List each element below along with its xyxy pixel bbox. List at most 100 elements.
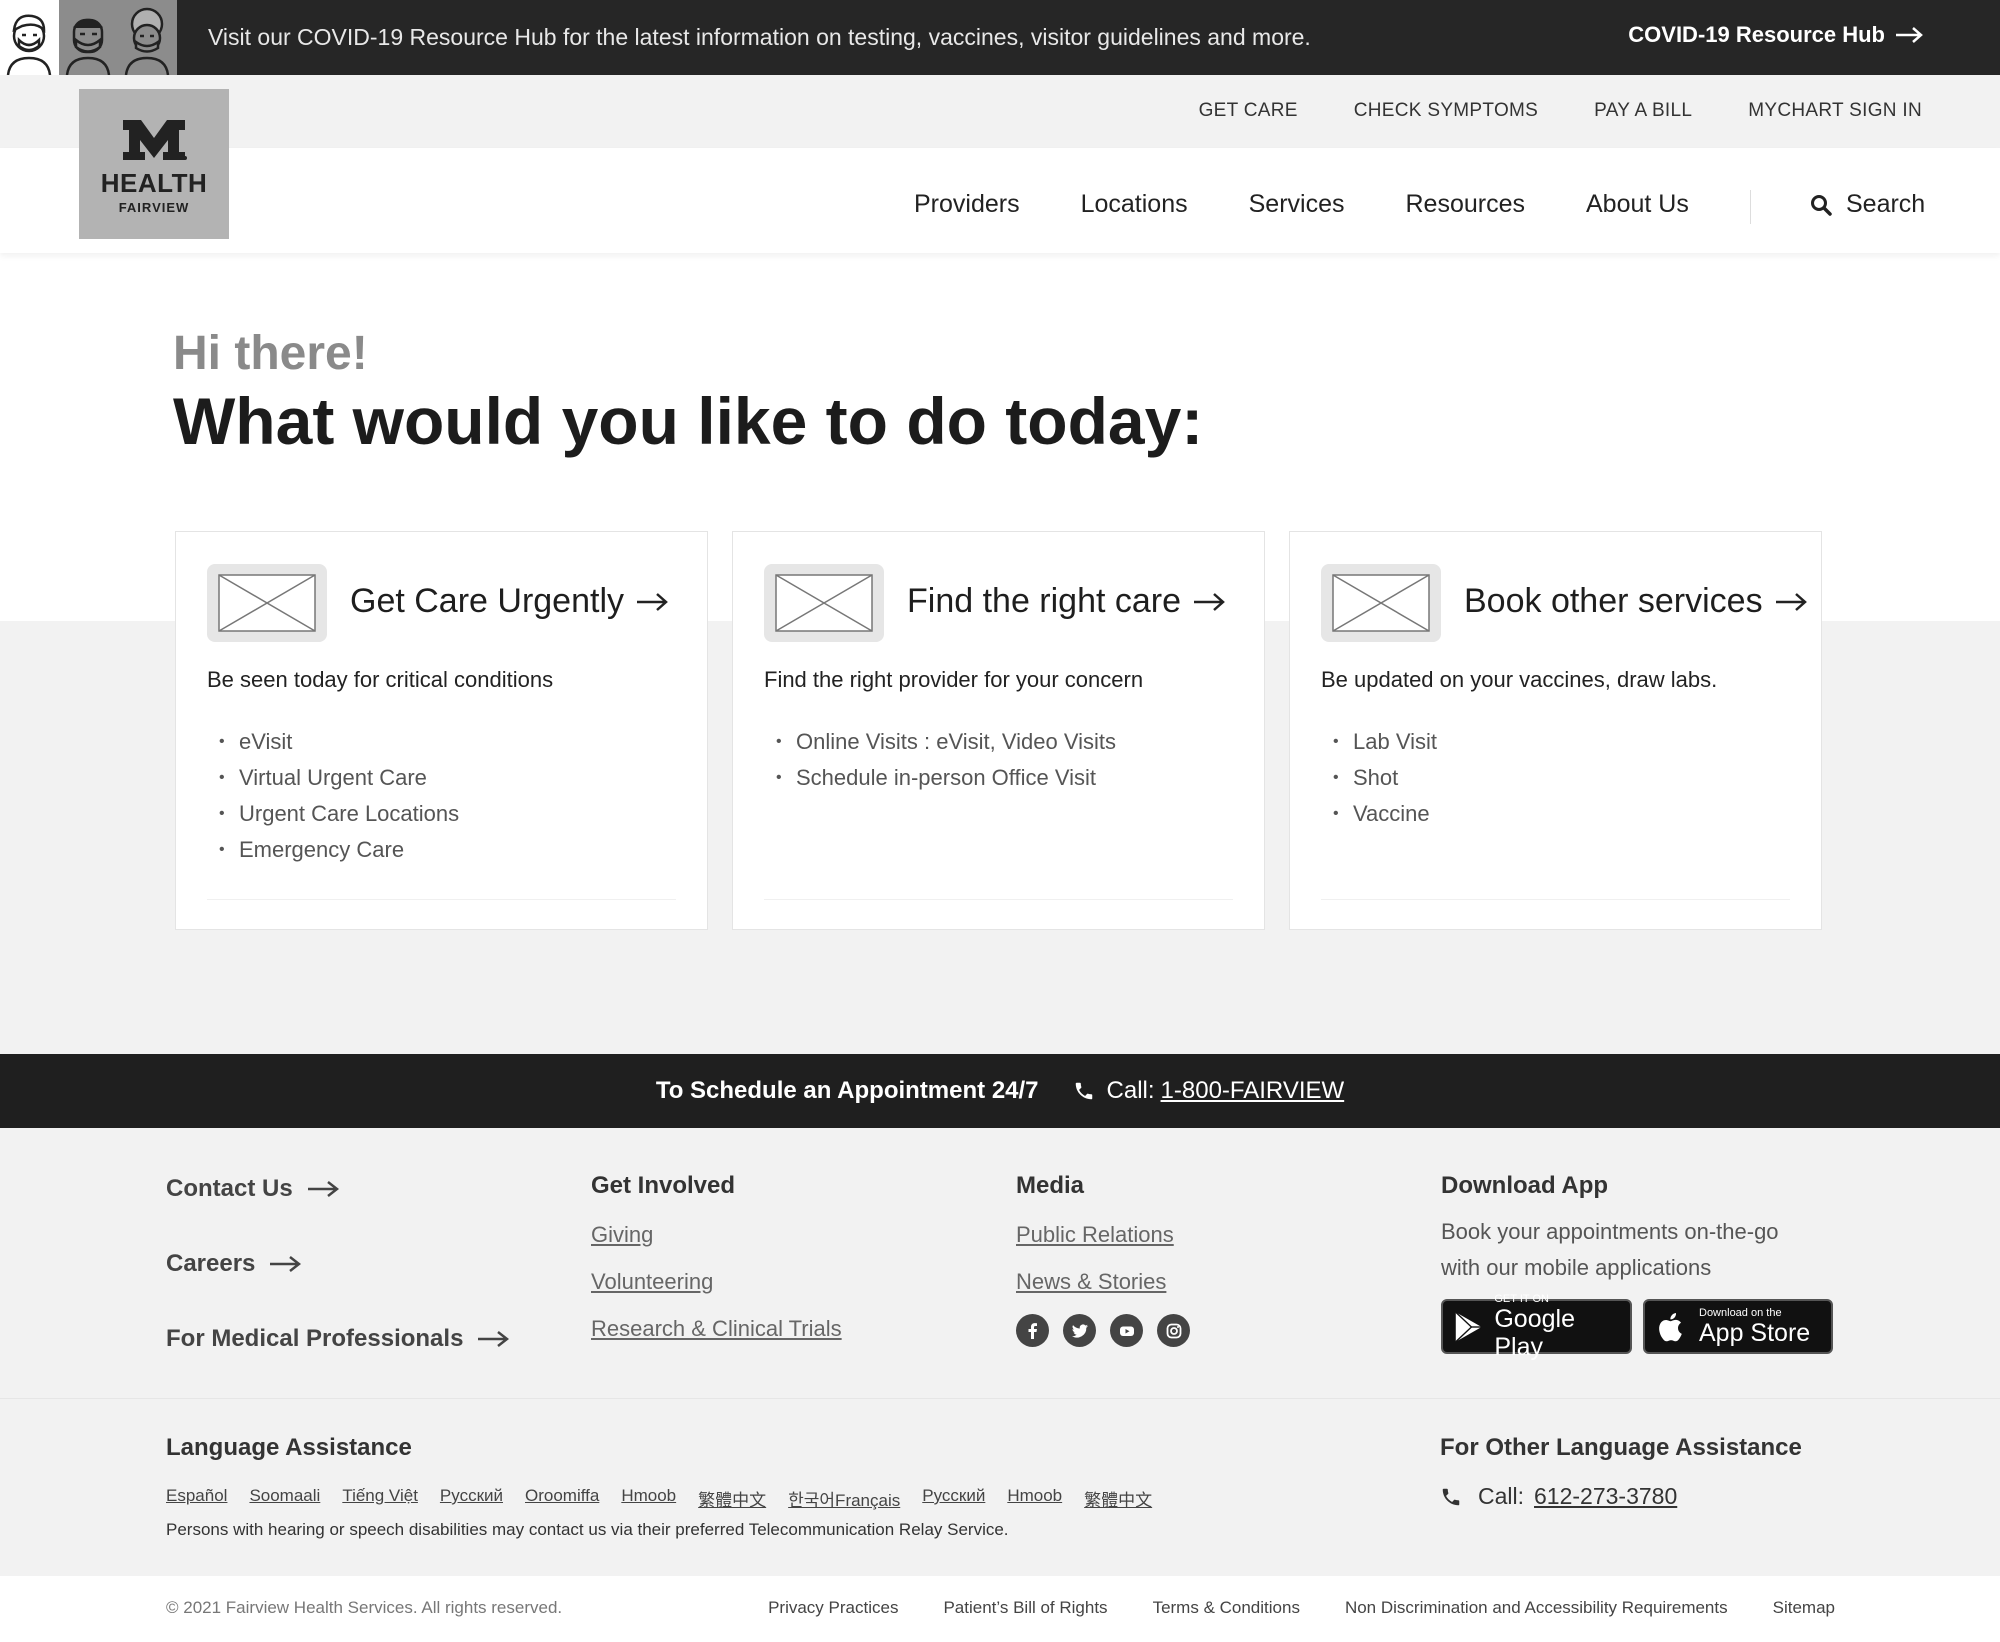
card-option-evisit[interactable]: eVisit bbox=[207, 728, 459, 764]
card-description: Be updated on your vaccines, draw labs. bbox=[1321, 667, 1718, 692]
language-link[interactable]: Русский bbox=[440, 1486, 503, 1511]
twitter-icon[interactable] bbox=[1063, 1314, 1096, 1347]
card-option-online-visits[interactable]: Online Visits : eVisit, Video Visits bbox=[764, 728, 1116, 764]
card-book-other-services[interactable]: Book other services Be updated on your v… bbox=[1289, 531, 1822, 930]
google-play-big-text: Google Play bbox=[1494, 1304, 1575, 1361]
card-option-urgent-care-locations[interactable]: Urgent Care Locations bbox=[207, 800, 459, 836]
legal-link-sitemap[interactable]: Sitemap bbox=[1773, 1598, 1835, 1618]
footer-careers-link[interactable]: Careers bbox=[166, 1247, 509, 1281]
card-option-emergency-care[interactable]: Emergency Care bbox=[207, 836, 459, 872]
card-title-text: Find the right care bbox=[907, 582, 1182, 620]
utility-nav: GET CARE CHECK SYMPTOMS PAY A BILL MYCHA… bbox=[1199, 100, 1922, 122]
footer-media-heading: Media bbox=[1016, 1172, 1085, 1199]
footer-link-news-stories[interactable]: News & Stories bbox=[1016, 1267, 1190, 1297]
language-link[interactable]: Hmoob bbox=[1007, 1486, 1062, 1511]
language-link[interactable]: 繁體中文 bbox=[1084, 1486, 1152, 1511]
card-option-list: eVisit Virtual Urgent Care Urgent Care L… bbox=[207, 728, 459, 872]
greeting: Hi there! bbox=[173, 327, 368, 380]
youtube-icon[interactable] bbox=[1110, 1314, 1143, 1347]
language-link[interactable]: Tiếng Việt bbox=[342, 1486, 418, 1511]
image-placeholder-icon bbox=[764, 564, 884, 642]
image-placeholder-icon bbox=[207, 564, 327, 642]
utility-bar: GET CARE CHECK SYMPTOMS PAY A BILL MYCHA… bbox=[0, 75, 2000, 148]
footer-media: Media Public Relations News & Stories bbox=[1016, 1172, 1190, 1347]
nav-services[interactable]: Services bbox=[1249, 190, 1345, 219]
footer-link-volunteering[interactable]: Volunteering bbox=[591, 1267, 842, 1297]
footer-link-giving[interactable]: Giving bbox=[591, 1220, 842, 1250]
util-link-pay-bill[interactable]: PAY A BILL bbox=[1594, 100, 1692, 122]
covid-resource-hub-link[interactable]: COVID-19 Resource Hub bbox=[1628, 22, 1923, 48]
footer-contact-us-link[interactable]: Contact Us bbox=[166, 1172, 509, 1206]
language-link[interactable]: 한국어Français bbox=[788, 1486, 900, 1511]
card-option-virtual-urgent-care[interactable]: Virtual Urgent Care bbox=[207, 764, 459, 800]
app-store-big-text: App Store bbox=[1699, 1318, 1811, 1347]
language-link[interactable]: Русский bbox=[922, 1486, 985, 1511]
app-store-small-text: Download on the bbox=[1699, 1306, 1782, 1319]
language-link[interactable]: Hmoob bbox=[621, 1486, 676, 1511]
google-play-icon bbox=[1455, 1311, 1482, 1342]
card-title[interactable]: Find the right care bbox=[907, 582, 1225, 621]
other-language-phone-link[interactable]: 612-273-3780 bbox=[1534, 1483, 1677, 1510]
legal-link-non-discrimination[interactable]: Non Discrimination and Accessibility Req… bbox=[1345, 1598, 1728, 1618]
util-link-check-symptoms[interactable]: CHECK SYMPTOMS bbox=[1354, 100, 1538, 122]
google-play-badge[interactable]: GET IT ON Google Play bbox=[1441, 1293, 1632, 1361]
nav-providers[interactable]: Providers bbox=[914, 190, 1020, 219]
util-link-mychart-sign-in[interactable]: MYCHART SIGN IN bbox=[1748, 100, 1922, 122]
arrow-right-icon bbox=[1775, 592, 1807, 611]
card-title[interactable]: Get Care Urgently bbox=[350, 582, 668, 621]
logo[interactable]: HEALTH FAIRVIEW bbox=[79, 89, 229, 239]
card-divider bbox=[207, 899, 676, 900]
util-link-get-care[interactable]: GET CARE bbox=[1199, 100, 1298, 122]
card-option-office-visit[interactable]: Schedule in-person Office Visit bbox=[764, 764, 1116, 800]
card-divider bbox=[1321, 899, 1790, 900]
page-title: What would you like to do today: bbox=[173, 384, 1204, 458]
card-description: Be seen today for critical conditions bbox=[207, 667, 554, 692]
language-links: Español Soomaali Tiếng Việt Русский Oroo… bbox=[166, 1486, 1152, 1511]
card-get-care-urgently[interactable]: Get Care Urgently Be seen today for crit… bbox=[175, 531, 708, 930]
card-divider bbox=[764, 899, 1233, 900]
nav-about-us[interactable]: About Us bbox=[1586, 190, 1689, 219]
card-option-vaccine[interactable]: Vaccine bbox=[1321, 800, 1437, 836]
copyright: © 2021 Fairview Health Services. All rig… bbox=[166, 1598, 563, 1617]
masked-faces-illustration bbox=[0, 0, 177, 75]
google-play-small-text: GET IT ON bbox=[1494, 1292, 1549, 1305]
card-option-lab-visit[interactable]: Lab Visit bbox=[1321, 728, 1437, 764]
language-link[interactable]: Español bbox=[166, 1486, 227, 1511]
relay-service-note: Persons with hearing or speech disabilit… bbox=[166, 1520, 1009, 1539]
instagram-icon[interactable] bbox=[1157, 1314, 1190, 1347]
card-title[interactable]: Book other services bbox=[1464, 582, 1807, 621]
legal-link-privacy[interactable]: Privacy Practices bbox=[768, 1598, 898, 1618]
arrow-right-icon bbox=[1194, 592, 1225, 611]
search-button[interactable]: Search bbox=[1810, 190, 1925, 219]
other-language-heading: For Other Language Assistance bbox=[1440, 1434, 1802, 1461]
app-store-badge[interactable]: Download on the App Store bbox=[1643, 1299, 1833, 1354]
schedule-bar: To Schedule an Appointment 24/7 Call: 1-… bbox=[0, 1054, 2000, 1128]
footer-contact-us-label: Contact Us bbox=[166, 1175, 293, 1202]
search-icon bbox=[1811, 194, 1832, 216]
face-icon bbox=[59, 0, 118, 75]
language-link[interactable]: Soomaali bbox=[249, 1486, 320, 1511]
footer-get-involved-heading: Get Involved bbox=[591, 1172, 736, 1199]
footer-link-public-relations[interactable]: Public Relations bbox=[1016, 1220, 1190, 1250]
language-link[interactable]: Oroomiffa bbox=[525, 1486, 599, 1511]
image-placeholder-icon bbox=[1321, 564, 1441, 642]
legal-link-terms[interactable]: Terms & Conditions bbox=[1153, 1598, 1300, 1618]
legal-link-bill-of-rights[interactable]: Patient’s Bill of Rights bbox=[943, 1598, 1107, 1618]
arrow-right-icon bbox=[307, 1181, 339, 1197]
phone-icon bbox=[1075, 1082, 1092, 1100]
card-find-right-care[interactable]: Find the right care Find the right provi… bbox=[732, 531, 1265, 930]
arrow-right-icon bbox=[637, 592, 668, 611]
apple-icon bbox=[1659, 1312, 1682, 1341]
nav-resources[interactable]: Resources bbox=[1406, 190, 1526, 219]
card-title-text: Get Care Urgently bbox=[350, 582, 624, 620]
nav-locations[interactable]: Locations bbox=[1081, 190, 1188, 219]
schedule-phone-link[interactable]: 1-800-FAIRVIEW bbox=[1161, 1077, 1345, 1105]
footer-download-app: Download App Book your appointments on-t… bbox=[1441, 1172, 1833, 1361]
footer-medical-professionals-link[interactable]: For Medical Professionals bbox=[166, 1322, 510, 1356]
footer-link-research[interactable]: Research & Clinical Trials bbox=[591, 1314, 842, 1344]
facebook-icon[interactable] bbox=[1016, 1314, 1049, 1347]
social-links bbox=[1016, 1314, 1190, 1347]
nav-divider bbox=[1750, 190, 1751, 224]
card-option-shot[interactable]: Shot bbox=[1321, 764, 1437, 800]
language-link[interactable]: 繁體中文 bbox=[698, 1486, 766, 1511]
